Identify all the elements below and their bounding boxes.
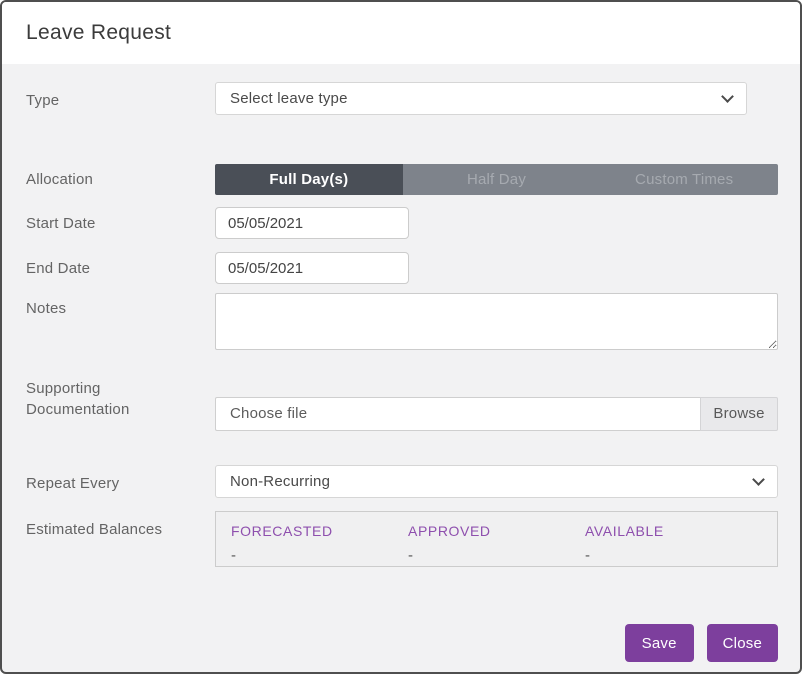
type-row: Type Select leave type	[26, 82, 778, 115]
save-button[interactable]: Save	[625, 624, 694, 662]
end-date-input[interactable]	[215, 252, 409, 284]
start-date-label: Start Date	[26, 207, 215, 234]
estimated-balances-label: Estimated Balances	[26, 511, 215, 540]
dialog-header: Leave Request	[2, 2, 800, 64]
leave-type-select[interactable]: Select leave type	[215, 82, 747, 115]
file-upload-group: Choose file Browse	[215, 397, 778, 431]
notes-textarea[interactable]	[215, 293, 778, 350]
balance-available-header: AVAILABLE	[585, 523, 762, 539]
allocation-option-custom-times[interactable]: Custom Times	[590, 164, 778, 195]
supporting-documentation-label-line2: Documentation	[26, 399, 215, 420]
balance-approved: APPROVED -	[408, 523, 585, 566]
supporting-documentation-label: Supporting Documentation	[26, 378, 215, 420]
repeat-every-row: Repeat Every Non-Recurring	[26, 465, 778, 498]
file-input[interactable]: Choose file	[215, 397, 700, 431]
dialog-body: Type Select leave type Allocation Full D…	[2, 82, 800, 662]
repeat-every-select-wrap: Non-Recurring	[215, 465, 778, 498]
notes-row: Notes	[26, 293, 778, 355]
balance-available-value: -	[585, 548, 762, 563]
type-label: Type	[26, 82, 215, 111]
supporting-documentation-row: Supporting Documentation Choose file Bro…	[26, 378, 778, 431]
leave-request-dialog: Leave Request Type Select leave type All…	[0, 0, 802, 674]
end-date-label: End Date	[26, 252, 215, 279]
browse-button[interactable]: Browse	[700, 397, 778, 431]
allocation-toggle: Full Day(s) Half Day Custom Times	[215, 164, 778, 195]
leave-type-select-wrap: Select leave type	[215, 82, 747, 115]
repeat-every-label: Repeat Every	[26, 465, 215, 494]
estimated-balances-panel: FORECASTED - APPROVED - AVAILABLE -	[215, 511, 778, 567]
notes-label: Notes	[26, 293, 215, 319]
close-button[interactable]: Close	[707, 624, 778, 662]
estimated-balances-row: Estimated Balances FORECASTED - APPROVED…	[26, 511, 778, 567]
balance-forecasted: FORECASTED -	[231, 523, 408, 566]
balance-forecasted-header: FORECASTED	[231, 523, 408, 539]
balance-approved-header: APPROVED	[408, 523, 585, 539]
allocation-label: Allocation	[26, 164, 215, 190]
dialog-title: Leave Request	[26, 21, 776, 45]
dialog-actions: Save Close	[26, 624, 778, 662]
supporting-documentation-label-line1: Supporting	[26, 378, 215, 399]
end-date-row: End Date	[26, 252, 778, 284]
allocation-option-half-day[interactable]: Half Day	[403, 164, 591, 195]
balance-available: AVAILABLE -	[585, 523, 762, 566]
repeat-every-select[interactable]: Non-Recurring	[215, 465, 778, 498]
balance-approved-value: -	[408, 548, 585, 563]
start-date-input[interactable]	[215, 207, 409, 239]
allocation-option-full-days[interactable]: Full Day(s)	[215, 164, 403, 195]
start-date-row: Start Date	[26, 207, 778, 239]
balance-forecasted-value: -	[231, 548, 408, 563]
allocation-row: Allocation Full Day(s) Half Day Custom T…	[26, 164, 778, 195]
